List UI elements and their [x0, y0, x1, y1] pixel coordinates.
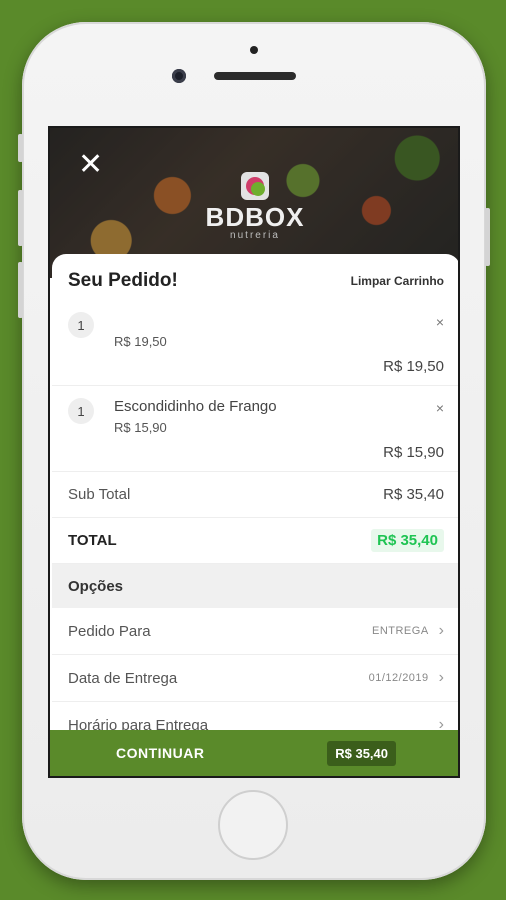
chevron-right-icon: › — [438, 622, 444, 639]
item-unit-price: R$ 19,50 — [114, 334, 167, 349]
page-title: Seu Pedido! — [68, 270, 178, 291]
remove-item-icon[interactable]: × — [436, 314, 444, 330]
option-right: ENTREGA › — [372, 622, 444, 640]
chevron-right-icon: › — [438, 669, 444, 686]
total-value: R$ 35,40 — [371, 529, 444, 552]
cart-card: Seu Pedido! Limpar Carrinho 1 R$ 19,50 ×… — [52, 254, 458, 776]
mute-switch — [18, 134, 23, 162]
subtotal-label: Sub Total — [68, 486, 131, 503]
item-unit-price: R$ 15,90 — [114, 420, 167, 435]
option-label: Data de Entrega — [68, 669, 178, 687]
subtotal-value: R$ 35,40 — [383, 486, 444, 503]
option-right: 01/12/2019 › — [369, 669, 444, 687]
logo-name: BDBOX — [205, 202, 305, 232]
cart-item: 1 R$ 19,50 × R$ 19,50 — [52, 300, 458, 386]
brand-logo: BDBOX nutreria — [200, 172, 310, 241]
continue-bar[interactable]: CONTINUAR R$ 35,40 — [50, 730, 458, 776]
item-quantity: 1 — [68, 312, 94, 338]
option-value: ENTREGA — [371, 625, 429, 637]
sensor-dot — [250, 46, 258, 54]
cart-header: Seu Pedido! Limpar Carrinho — [52, 254, 458, 300]
clear-cart-button[interactable]: Limpar Carrinho — [351, 274, 444, 288]
item-total: R$ 19,50 — [383, 358, 444, 375]
remove-item-icon[interactable]: × — [436, 400, 444, 416]
front-camera — [172, 69, 186, 83]
subtotal-row: Sub Total R$ 35,40 — [52, 472, 458, 518]
cart-item: 1 Escondidinho de Frango R$ 15,90 × R$ 1… — [52, 386, 458, 472]
option-delivery-type[interactable]: Pedido Para ENTREGA › — [52, 608, 458, 655]
phone-frame: ✕ BDBOX nutreria Seu Pedido! Limpar Carr… — [18, 22, 490, 880]
option-label: Pedido Para — [68, 622, 151, 640]
continue-button[interactable]: CONTINUAR — [116, 745, 205, 761]
volume-down-button — [18, 262, 23, 318]
earpiece-speaker — [214, 72, 296, 80]
close-icon[interactable]: ✕ — [78, 150, 103, 180]
home-button — [218, 790, 288, 860]
options-section-title: Opções — [52, 564, 458, 608]
item-total: R$ 15,90 — [383, 444, 444, 461]
app-screen: ✕ BDBOX nutreria Seu Pedido! Limpar Carr… — [48, 126, 460, 778]
total-label: TOTAL — [68, 532, 117, 549]
total-row: TOTAL R$ 35,40 — [52, 518, 458, 564]
power-button — [485, 208, 490, 266]
order-total-badge: R$ 35,40 — [327, 740, 396, 766]
volume-up-button — [18, 190, 23, 246]
item-quantity: 1 — [68, 398, 94, 424]
logo-icon — [241, 172, 269, 200]
item-name: Escondidinho de Frango — [114, 398, 277, 415]
option-delivery-date[interactable]: Data de Entrega 01/12/2019 › — [52, 655, 458, 702]
option-value: 01/12/2019 — [368, 672, 429, 684]
